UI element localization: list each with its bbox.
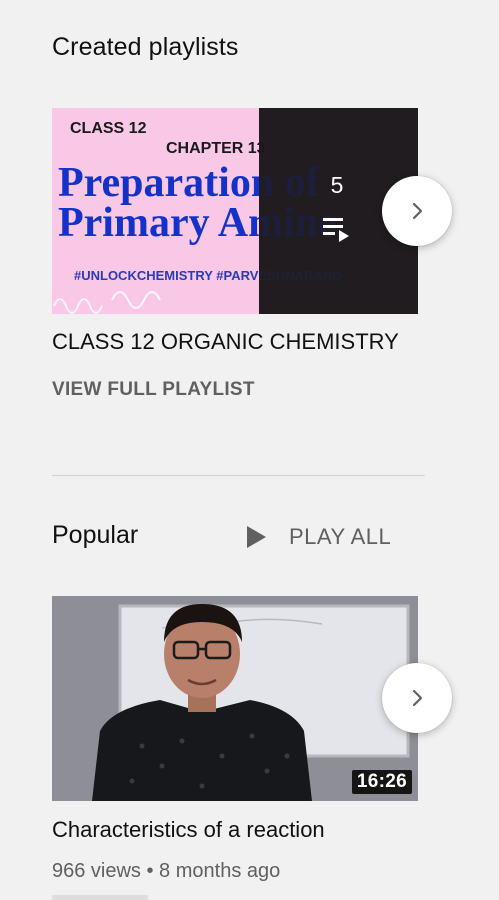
view-full-playlist-link[interactable]: VIEW FULL PLAYLIST xyxy=(52,379,255,401)
thumbnail-class-text: CLASS 12 xyxy=(70,120,147,137)
playlist-title[interactable]: CLASS 12 ORGANIC CHEMISTRY xyxy=(52,329,399,355)
thumbnail-chapter-text: CHAPTER 13 xyxy=(166,140,266,157)
popular-heading: Popular xyxy=(52,521,139,549)
play-icon xyxy=(247,526,266,548)
section-divider xyxy=(52,475,425,476)
popular-next-button[interactable] xyxy=(382,663,452,733)
playlist-next-button[interactable] xyxy=(382,176,452,246)
chevron-right-icon xyxy=(412,689,423,707)
chevron-right-icon xyxy=(412,202,423,220)
created-playlists-heading: Created playlists xyxy=(52,33,239,61)
play-all-label: PLAY ALL xyxy=(289,524,392,549)
video-title[interactable]: Characteristics of a reaction xyxy=(52,817,325,843)
play-all-button[interactable]: PLAY ALL xyxy=(245,522,391,552)
playlist-video-count: 5 xyxy=(330,172,344,198)
video-meta: 966 views • 8 months ago xyxy=(52,860,281,882)
playlist-thumbnail[interactable]: CLASS 12 CHAPTER 13 Preparation of Prima… xyxy=(52,108,418,314)
squiggle-decoration-icon xyxy=(53,291,161,314)
video-duration-badge: 16:26 xyxy=(351,770,412,794)
partial-bottom-element xyxy=(52,895,148,900)
playlist-icon xyxy=(323,218,349,242)
video-thumbnail[interactable]: 16:26 xyxy=(52,596,418,801)
